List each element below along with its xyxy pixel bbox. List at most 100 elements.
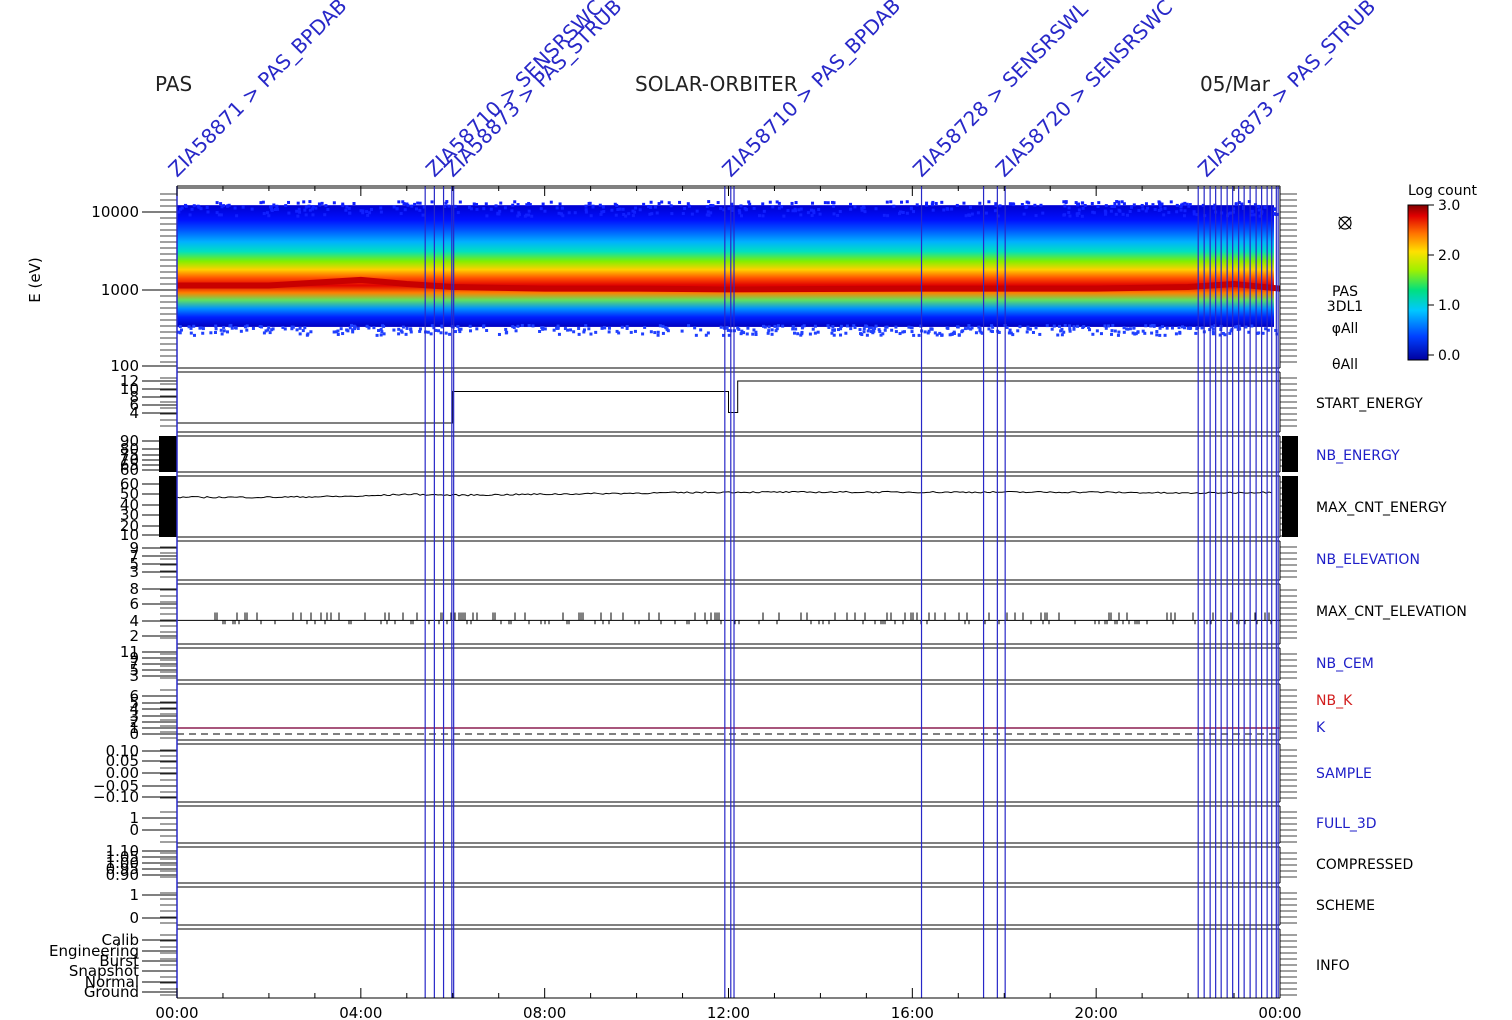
spectrogram-speckle	[1106, 324, 1110, 328]
spectrogram-speckle	[1159, 207, 1163, 211]
spectrogram-speckle	[459, 327, 463, 331]
spectrogram-speckle	[1083, 204, 1087, 208]
spectrogram-speckle	[295, 328, 299, 332]
spectrogram-speckle	[469, 329, 473, 333]
spectrogram-speckle	[489, 207, 493, 211]
spectrogram-speckle	[687, 204, 691, 208]
spectrogram-speckle	[767, 325, 771, 329]
spectrogram-speckle	[752, 206, 756, 210]
spectrogram-speckle	[905, 200, 909, 204]
spectrogram-speckle	[793, 331, 797, 335]
spectrogram-speckle	[1163, 333, 1167, 337]
spectrogram-speckle	[649, 330, 653, 334]
spectrogram-speckle	[709, 211, 713, 215]
spectrogram-speckle	[719, 206, 723, 210]
spectrogram-speckle	[933, 331, 937, 335]
spectrogram-speckle	[813, 331, 817, 335]
spectrogram-speckle	[776, 324, 780, 328]
spectrogram-speckle	[967, 213, 971, 217]
spectrogram-speckle	[1256, 204, 1260, 208]
spectrogram-speckle	[375, 333, 379, 337]
spectrogram-speckle	[178, 331, 182, 335]
event-annotation: ZIA58873 > PAS_STRUB	[439, 0, 626, 182]
spectrogram-speckle	[377, 328, 381, 332]
spectrogram-speckle	[1027, 201, 1031, 205]
spectrogram-speckle	[303, 208, 307, 212]
spectrogram-speckle	[768, 200, 772, 204]
spectrogram-speckle	[577, 326, 581, 330]
spectrogram-speckle	[898, 332, 902, 336]
spectrogram-speckle	[974, 331, 978, 335]
spectrogram-speckle	[952, 331, 956, 335]
spectrogram-speckle	[967, 324, 971, 328]
spectrogram-speckle	[794, 327, 798, 331]
spectrogram-speckle	[963, 327, 967, 331]
spectrogram-speckle	[577, 332, 581, 336]
spectrogram-speckle	[219, 213, 223, 217]
spectrogram-speckle	[1025, 205, 1029, 209]
spectrogram-speckle	[430, 200, 434, 204]
spectrogram-speckle	[214, 324, 218, 328]
spectrogram-speckle	[649, 200, 653, 204]
spectrogram-speckle	[1167, 211, 1171, 215]
spectrogram-speckle	[372, 326, 376, 330]
spectrogram-speckle	[800, 326, 804, 330]
spectrogram-speckle	[1250, 324, 1254, 328]
spectrogram-speckle	[746, 326, 750, 330]
spectrogram-speckle	[1114, 212, 1118, 216]
spectrogram-speckle	[1060, 333, 1064, 337]
spectrogram-speckle	[262, 212, 266, 216]
spectrogram-speckle	[739, 214, 743, 218]
time-tick-label: 00:00	[155, 1004, 198, 1020]
spectrogram-speckle	[620, 325, 624, 329]
spectrogram-speckle	[1063, 324, 1067, 328]
spectrogram-speckle	[641, 332, 645, 336]
spectrogram-speckle	[1039, 203, 1043, 207]
spectrogram-speckle	[761, 214, 765, 218]
spectrogram-speckle	[680, 329, 684, 333]
spectrogram-speckle	[469, 207, 473, 211]
spectrogram-speckle	[560, 206, 564, 210]
spectrogram-speckle	[406, 203, 410, 207]
spectrogram-speckle	[213, 331, 217, 335]
spectrogram-speckle	[245, 324, 249, 328]
spectrogram-speckle	[938, 331, 942, 335]
spectrogram-speckle	[1022, 212, 1026, 216]
y-tick-label: 4	[129, 404, 139, 422]
spectrogram-speckle	[1234, 202, 1238, 206]
spectrogram-speckle	[832, 201, 836, 205]
spectrogram-speckle	[905, 211, 909, 215]
spectrogram-speckle	[836, 213, 840, 217]
spectrogram-speckle	[569, 328, 573, 332]
spectrogram-speckle	[353, 327, 357, 331]
spectrogram-speckle	[397, 200, 401, 204]
spectrogram-speckle	[1178, 331, 1182, 335]
spectrogram-speckle	[1082, 324, 1086, 328]
spectrogram-speckle	[1068, 324, 1072, 328]
spectrogram-speckle	[401, 325, 405, 329]
panel-title-nb_k: NB_K	[1316, 693, 1353, 709]
spectrogram-speckle	[869, 330, 873, 334]
spectrogram-speckle	[1008, 328, 1012, 332]
spectrogram-speckle	[516, 203, 520, 207]
spectrogram-speckle	[1072, 327, 1076, 331]
spectrogram-speckle	[284, 204, 288, 208]
spectrogram-speckle	[862, 327, 866, 331]
spectrogram-speckle	[1076, 203, 1080, 207]
spectrogram-speckle	[650, 212, 654, 216]
energy-axis-label: E (eV)	[26, 257, 44, 302]
spectrogram-speckle	[259, 201, 263, 205]
spectrogram-speckle	[726, 328, 730, 332]
spectrogram-speckle	[694, 333, 698, 337]
spectrogram-panel-label: 3DL1	[1327, 299, 1363, 315]
spectrogram-speckle	[1244, 325, 1248, 329]
spectrogram-speckle	[267, 214, 271, 218]
spectrogram-speckle	[413, 202, 417, 206]
spectrogram-speckle	[405, 326, 409, 330]
spectrogram-speckle	[379, 210, 383, 214]
time-tick-label: 00:00	[1258, 1004, 1301, 1020]
spectrogram-speckle	[885, 200, 889, 204]
spectrogram-speckle	[504, 327, 508, 331]
colorbar-tick-label: 2.0	[1438, 248, 1460, 264]
spectrogram-speckle	[594, 330, 598, 334]
